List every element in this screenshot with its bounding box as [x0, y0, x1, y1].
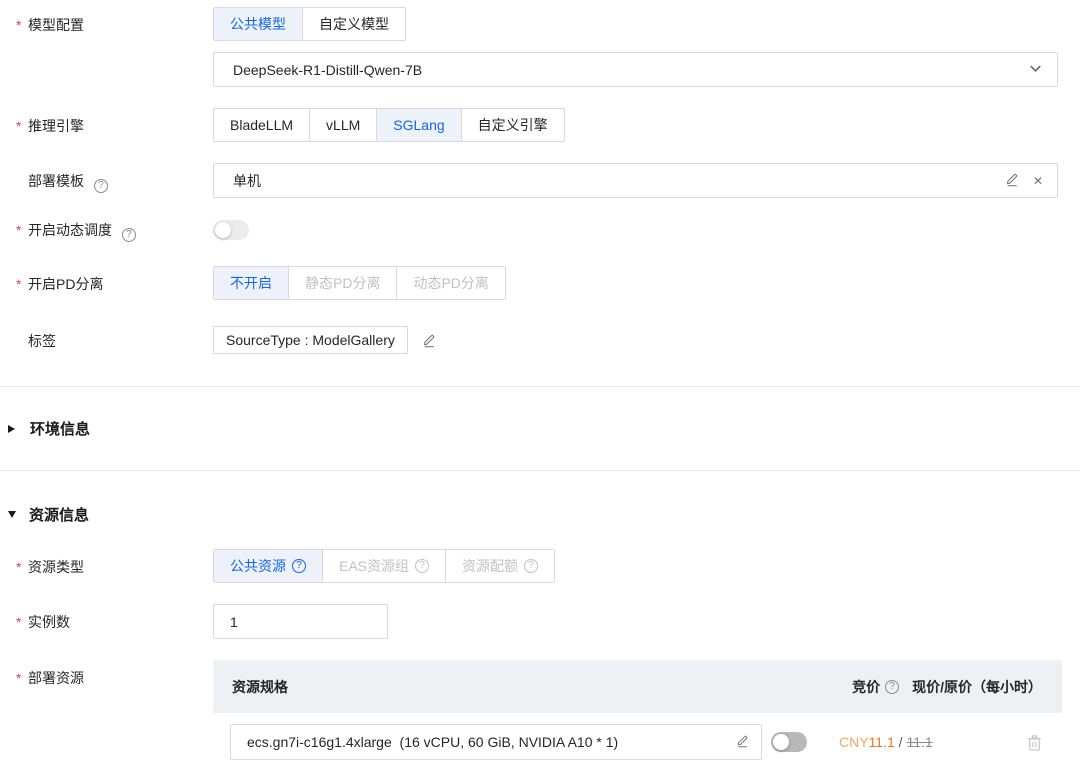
toggle-knob [215, 222, 231, 238]
tag-value: SourceType : ModelGallery [226, 332, 395, 348]
expand-arrow-icon [8, 511, 16, 518]
help-icon[interactable]: ? [885, 679, 900, 694]
resource-type-tabs: 公共资源 ? EAS资源组 ? 资源配额 ? [213, 549, 556, 583]
column-header-price: 现价/原价（每小时） [912, 678, 1042, 695]
tags-label: 标签 [28, 333, 56, 349]
price-currency: CNY [839, 734, 869, 750]
column-header-spot: 竞价 ? [852, 677, 912, 697]
resource-table-header: 资源规格 竞价 ? 现价/原价（每小时） [213, 660, 1062, 713]
tab-public-resource[interactable]: 公共资源 ? [214, 550, 322, 582]
tab-vllm[interactable]: vLLM [309, 109, 376, 141]
tab-bladellm[interactable]: BladeLLM [214, 109, 309, 141]
tab-pd-dynamic[interactable]: 动态PD分离 [396, 267, 504, 299]
edit-icon[interactable] [736, 734, 749, 751]
required-mark: * [16, 276, 22, 292]
toggle-knob [773, 734, 789, 750]
tab-public-model[interactable]: 公共模型 [214, 8, 302, 40]
resource-table-row: ecs.gn7i-c16g1.4xlarge (16 vCPU, 60 GiB,… [213, 713, 1062, 771]
tab-pd-off[interactable]: 不开启 [214, 267, 288, 299]
tab-eas-resource-group[interactable]: EAS资源组 ? [322, 550, 445, 582]
edit-icon[interactable] [1005, 172, 1019, 190]
instance-spec-value: ecs.gn7i-c16g1.4xlarge (16 vCPU, 60 GiB,… [247, 734, 619, 750]
dynamic-schedule-label: * 开启动态调度 ? [0, 219, 213, 242]
tab-resource-quota[interactable]: 资源配额 ? [445, 550, 554, 582]
deploy-template-value: 单机 [233, 172, 261, 189]
dynamic-schedule-toggle[interactable] [213, 220, 249, 240]
tab-pd-static[interactable]: 静态PD分离 [288, 267, 396, 299]
trash-icon[interactable] [1027, 734, 1042, 751]
model-select[interactable]: DeepSeek-R1-Distill-Qwen-7B [213, 52, 1058, 87]
section-title: 环境信息 [30, 421, 91, 438]
column-header-spec: 资源规格 [232, 678, 288, 695]
help-icon[interactable]: ? [524, 559, 539, 573]
edit-tags-icon[interactable] [422, 326, 436, 351]
pd-separation-label: * 开启PD分离 [16, 276, 104, 292]
required-mark: * [16, 118, 22, 134]
required-mark: * [16, 17, 22, 33]
resource-type-label: * 资源类型 [16, 559, 84, 575]
spot-price-toggle[interactable] [771, 732, 807, 752]
tag-chip: SourceType : ModelGallery [213, 326, 408, 354]
model-config-tabs: 公共模型 自定义模型 [213, 7, 406, 41]
empty-label-cell [0, 52, 213, 60]
close-icon[interactable]: ✕ [1033, 174, 1043, 188]
deploy-template-label: 部署模板 ? [0, 163, 213, 193]
instance-spec-select[interactable]: ecs.gn7i-c16g1.4xlarge (16 vCPU, 60 GiB,… [230, 724, 762, 760]
deploy-resource-label: * 部署资源 [16, 670, 84, 686]
required-mark: * [16, 670, 22, 686]
tab-custom-model[interactable]: 自定义模型 [302, 8, 405, 40]
price-current: 11.1 [868, 734, 895, 750]
section-resource-header[interactable]: 资源信息 [0, 471, 1080, 549]
collapse-arrow-icon [8, 424, 15, 433]
required-mark: * [16, 614, 22, 630]
section-title: 资源信息 [29, 507, 90, 524]
inference-engine-tabs: BladeLLM vLLM SGLang 自定义引擎 [213, 108, 565, 142]
required-mark: * [16, 559, 22, 575]
instance-count-label: * 实例数 [16, 614, 70, 630]
price-divider: / [894, 734, 907, 750]
model-config-label: * 模型配置 [16, 17, 84, 33]
help-icon[interactable]: ? [121, 228, 136, 242]
required-mark: * [16, 222, 22, 238]
instance-count-input[interactable]: 1 [213, 604, 388, 639]
instance-count-value: 1 [230, 613, 238, 630]
section-environment-header[interactable]: 环境信息 [0, 387, 1080, 470]
model-select-value: DeepSeek-R1-Distill-Qwen-7B [233, 61, 423, 78]
chevron-down-icon [1028, 61, 1043, 79]
deploy-template-input[interactable]: 单机 ✕ [213, 163, 1058, 198]
help-icon[interactable]: ? [93, 179, 108, 193]
tab-sglang[interactable]: SGLang [376, 109, 461, 141]
price-cell: CNY11.1 / 11.1 [839, 734, 933, 750]
tab-custom-engine[interactable]: 自定义引擎 [460, 109, 564, 141]
help-icon[interactable]: ? [292, 559, 306, 573]
pd-separation-tabs: 不开启 静态PD分离 动态PD分离 [213, 266, 506, 300]
help-icon[interactable]: ? [415, 559, 430, 573]
deployment-config-form: * 模型配置 公共模型 自定义模型 DeepSeek-R1-Distill-Qwe… [0, 0, 1080, 771]
resource-table: 资源规格 竞价 ? 现价/原价（每小时） ecs.gn7i-c16g1.4xla… [213, 660, 1062, 771]
inference-engine-label: * 推理引擎 [16, 118, 84, 134]
price-original: 11.1 [906, 734, 933, 750]
